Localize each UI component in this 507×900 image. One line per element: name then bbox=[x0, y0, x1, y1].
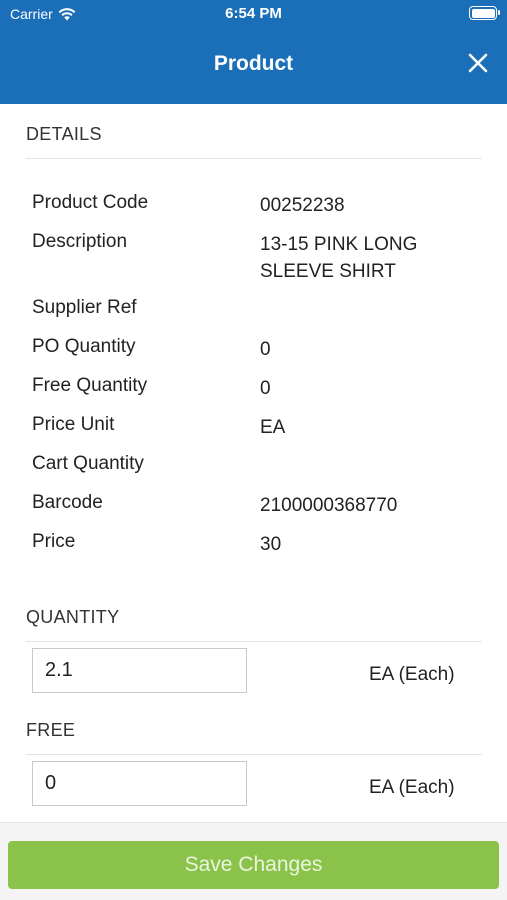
free-unit-label: EA (Each) bbox=[369, 777, 455, 798]
detail-value: 0 bbox=[260, 339, 271, 360]
page-title: Product bbox=[213, 52, 294, 75]
close-button[interactable] bbox=[465, 50, 491, 76]
detail-value: 0 bbox=[260, 378, 271, 399]
free-header: FREE bbox=[26, 720, 76, 740]
status-bar: Carrier 6:54 PM bbox=[0, 0, 507, 28]
clock: 6:54 PM bbox=[225, 5, 282, 22]
details-header: DETAILS bbox=[26, 124, 102, 144]
quantity-header: QUANTITY bbox=[26, 607, 120, 627]
detail-label: Product Code bbox=[32, 192, 149, 213]
save-changes-button[interactable]: Save Changes bbox=[8, 841, 499, 889]
quantity-divider bbox=[26, 641, 482, 642]
detail-label: Description bbox=[32, 231, 128, 252]
detail-label: Free Quantity bbox=[32, 375, 148, 396]
details-divider bbox=[26, 158, 482, 159]
detail-label: Price Unit bbox=[32, 414, 115, 435]
nav-bar: Product bbox=[0, 28, 507, 104]
footer-bar: Save Changes bbox=[0, 822, 507, 900]
detail-value: 30 bbox=[260, 534, 282, 555]
detail-value: 2100000368770 bbox=[260, 495, 398, 516]
free-divider bbox=[26, 754, 482, 755]
close-icon bbox=[468, 53, 488, 73]
detail-label: Barcode bbox=[32, 492, 103, 513]
detail-label: Cart Quantity bbox=[32, 453, 144, 474]
detail-value: 00252238 bbox=[260, 195, 345, 216]
detail-value: EA bbox=[260, 417, 286, 438]
quantity-input[interactable] bbox=[32, 648, 247, 693]
detail-label: PO Quantity bbox=[32, 336, 136, 357]
detail-value: 13-15 PINK LONG SLEEVE SHIRT bbox=[260, 234, 418, 282]
quantity-unit-label: EA (Each) bbox=[369, 664, 455, 685]
detail-label: Supplier Ref bbox=[32, 297, 137, 318]
battery-icon bbox=[469, 6, 500, 20]
free-quantity-input[interactable] bbox=[32, 761, 247, 806]
detail-label: Price bbox=[32, 531, 76, 552]
